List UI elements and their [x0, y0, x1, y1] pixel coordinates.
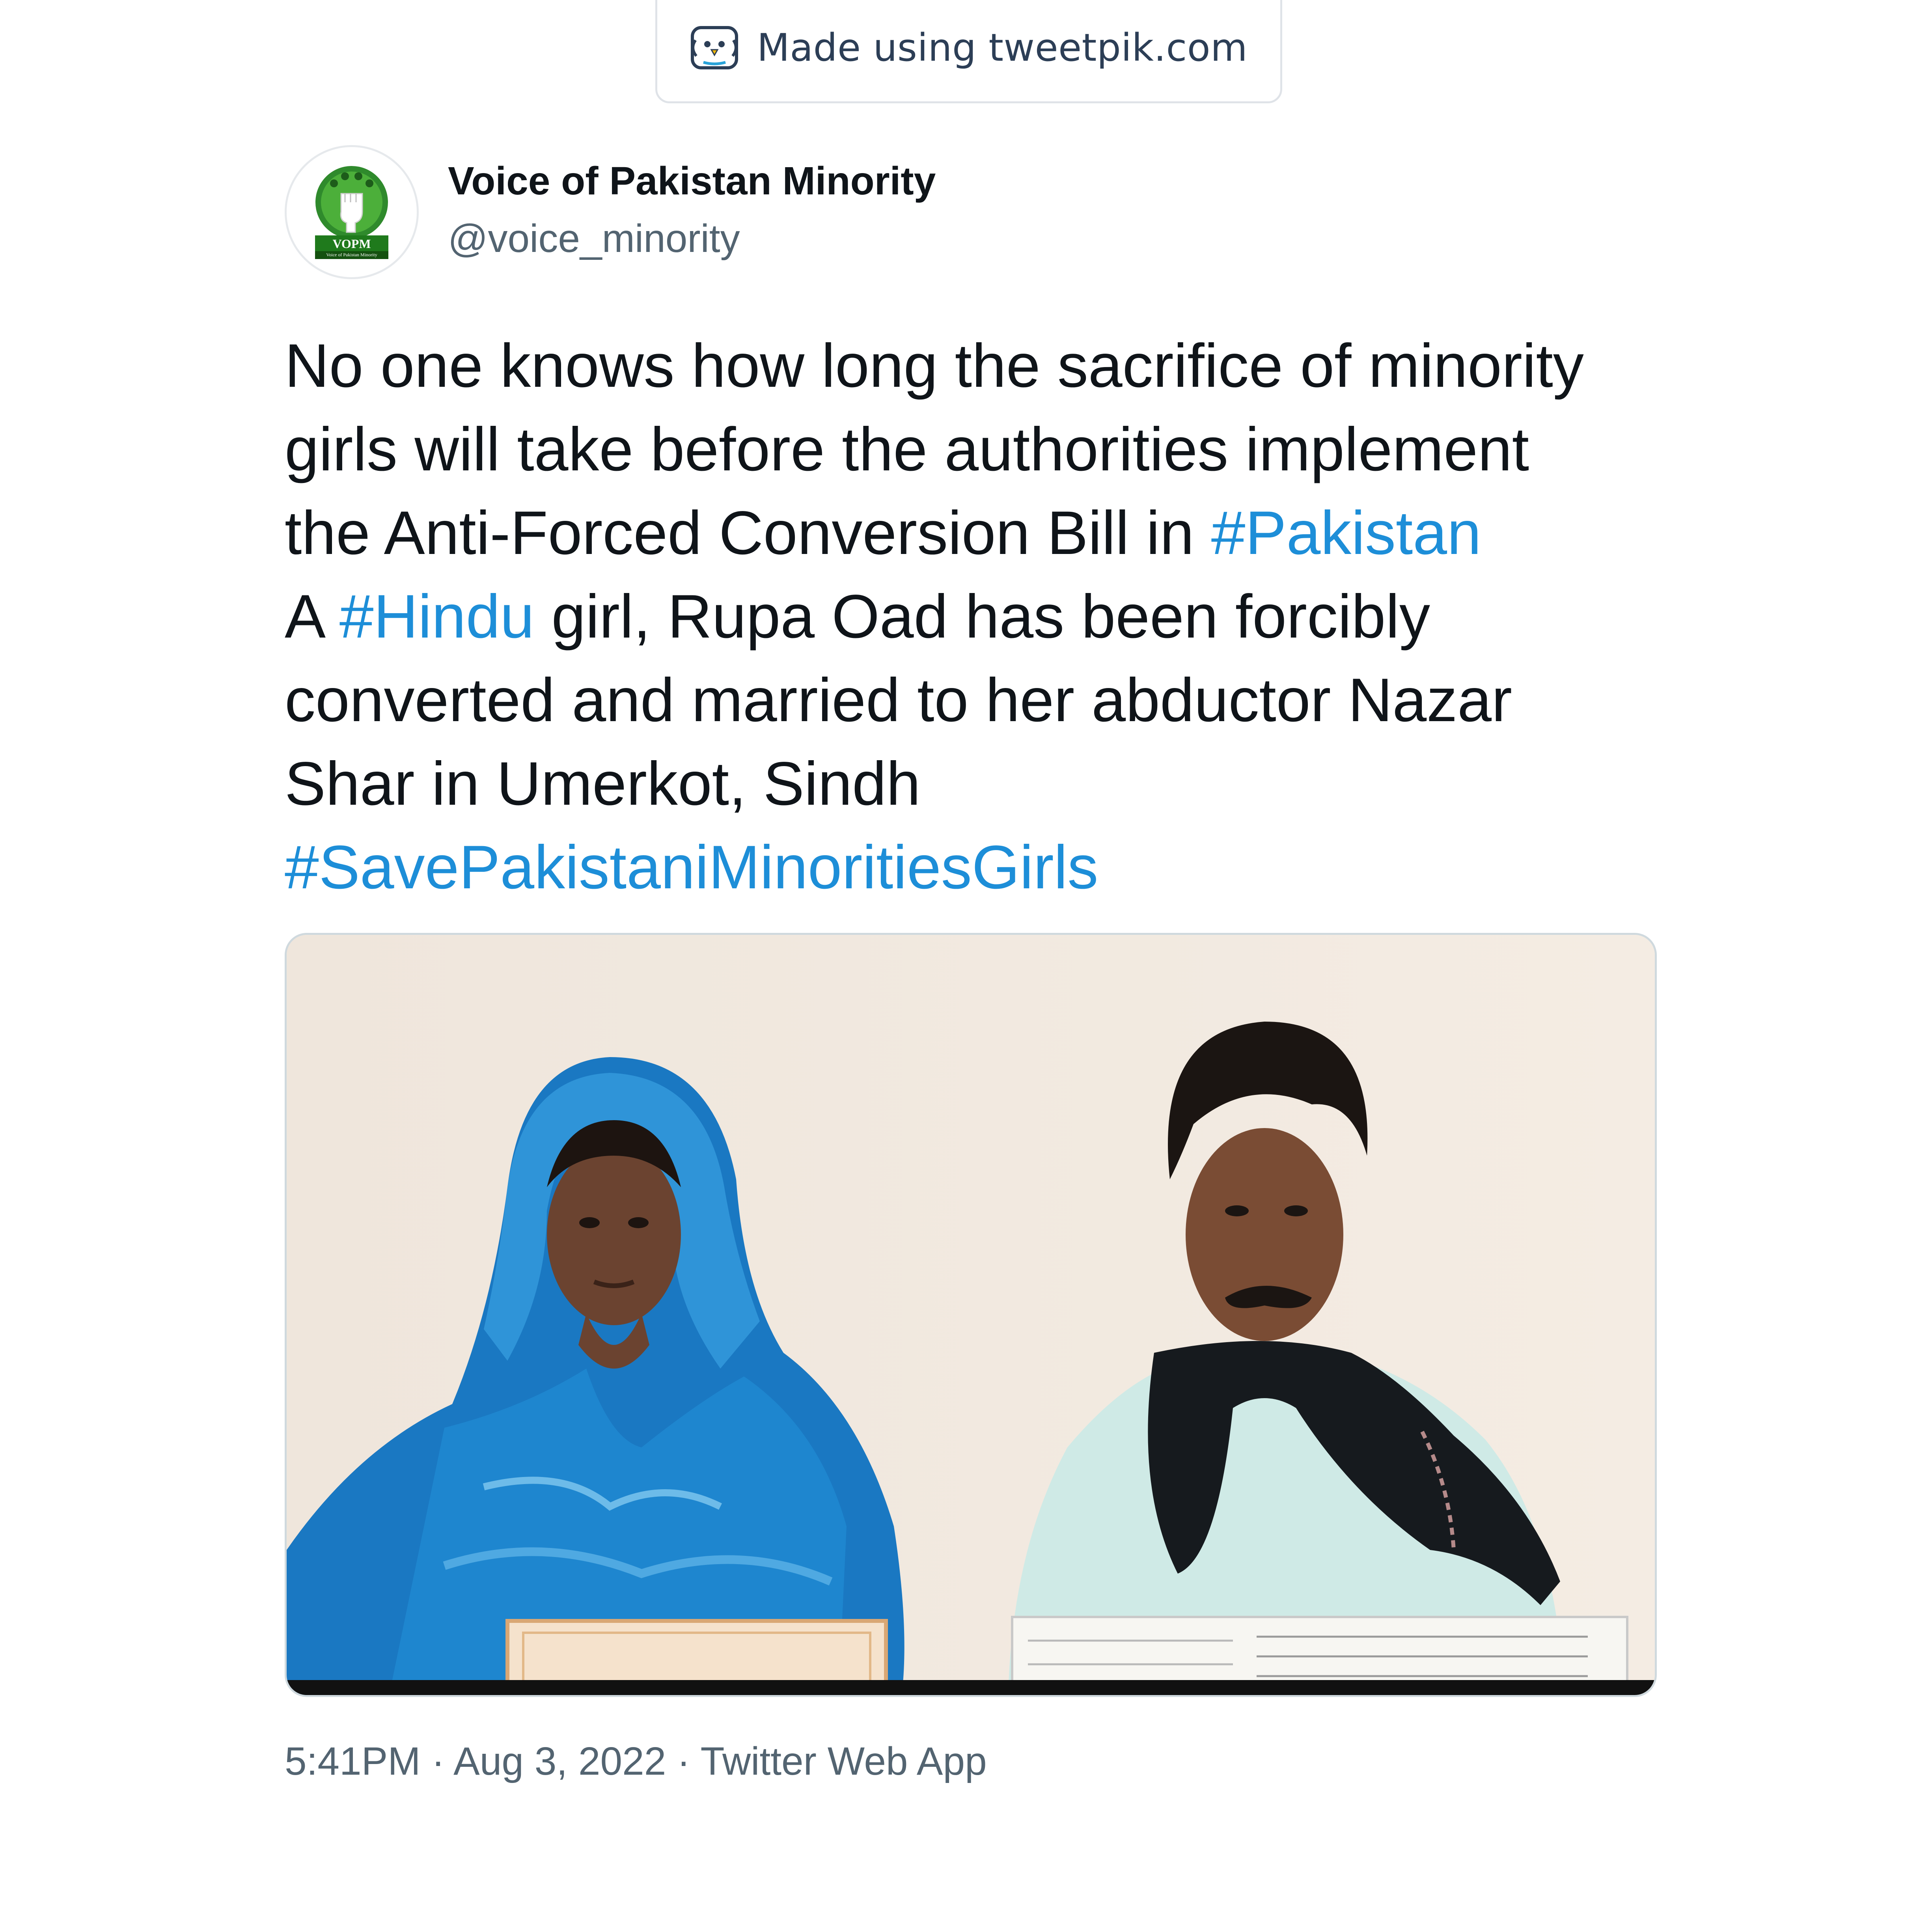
tweet-text: No one knows how long the sacrifice of m… — [285, 324, 1688, 909]
tweet-line: Shar in Umerkot, Sindh — [285, 750, 921, 818]
tweet-text-segment: the Anti-Forced Conversion Bill in — [285, 499, 1211, 567]
avatar-logo-text: VOPM — [332, 237, 371, 251]
tweet-line: No one knows how long the sacrifice of m… — [285, 332, 1584, 400]
tweetpik-bird-icon — [690, 24, 739, 71]
tweet-date[interactable]: Aug 3, 2022 — [453, 1739, 666, 1783]
display-name[interactable]: Voice of Pakistan Minority — [448, 159, 936, 204]
tweet-line: girls will take before the authorities i… — [285, 415, 1529, 484]
hashtag-link[interactable]: #Pakistan — [1211, 499, 1481, 567]
separator: · — [431, 1739, 445, 1783]
tweet-line: #SavePakistaniMinoritiesGirls — [285, 826, 1688, 909]
tweet-photo[interactable] — [285, 933, 1657, 1697]
tweetpik-watermark[interactable]: Made using tweetpik.com — [655, 0, 1282, 103]
tweet-card: Made using tweetpik.com VOPM Voice of Pa… — [0, 0, 1932, 1932]
tweet-line: A #Hindu girl, Rupa Oad has been forcibl… — [285, 575, 1688, 658]
tweet-meta: 5:41PM · Aug 3, 2022 · Twitter Web App — [285, 1739, 987, 1784]
watermark-text: Made using tweetpik.com — [757, 26, 1248, 70]
avatar[interactable]: VOPM Voice of Pakistan Minority — [285, 145, 419, 279]
photo-illustration — [287, 935, 1655, 1695]
handle[interactable]: @voice_minority — [448, 216, 740, 261]
tweet-line: converted and married to her abductor Na… — [285, 666, 1512, 735]
tweet-text-segment: girl, Rupa Oad has been forcibly — [534, 582, 1430, 651]
tweet-time[interactable]: 5:41PM — [285, 1739, 421, 1783]
separator: · — [677, 1739, 690, 1783]
tweet-text-segment: A — [285, 582, 339, 651]
tweet-source[interactable]: Twitter Web App — [700, 1739, 987, 1783]
hashtag-link[interactable]: #Hindu — [339, 582, 534, 651]
avatar-logo-subtext: Voice of Pakistan Minority — [326, 252, 377, 257]
tweet-line: the Anti-Forced Conversion Bill in #Paki… — [285, 491, 1688, 575]
hashtag-link[interactable]: #SavePakistaniMinoritiesGirls — [285, 833, 1098, 902]
